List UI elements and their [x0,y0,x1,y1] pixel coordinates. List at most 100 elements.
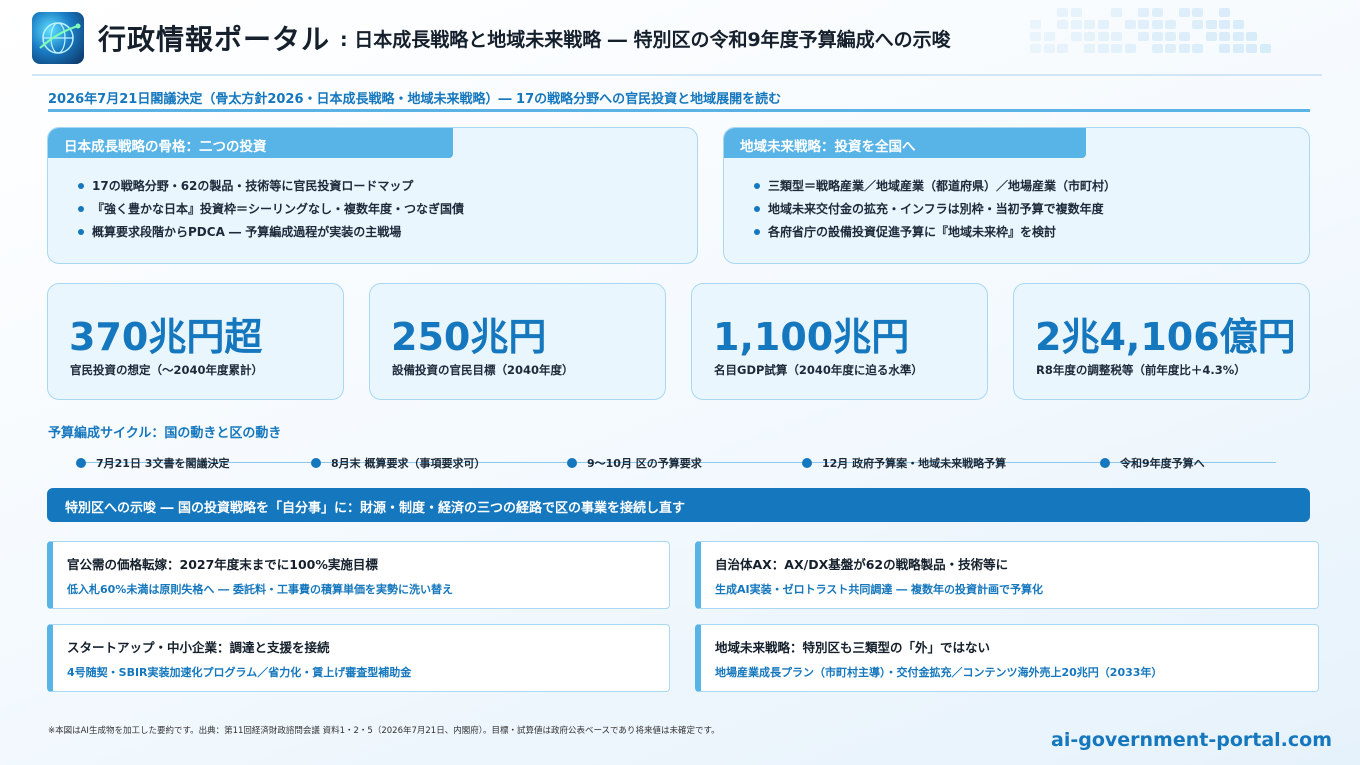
pixel-tile [1178,8,1190,17]
pixel-tile [1192,20,1203,29]
timeline-step: 9〜10月 区の予算要求 [567,455,702,471]
regional-strategy-panel: 地域未来戦略：投資を全国へ 三類型＝戦略産業／地域産業（都道府県）／地場産業（市… [723,127,1310,264]
pixel-tile [1138,32,1149,41]
list-item: 『強く豊かな日本』投資枠＝シーリングなし・複数年度・つなぎ国債 [78,201,464,224]
pixel-tile [1178,44,1190,53]
list-item: 三類型＝戦略産業／地域産業（都道府県）／地場産業（市町村） [754,178,1116,201]
pixel-pattern-decoration [1030,8,1330,60]
page-title: : 日本成長戦略と地域未来戦略 ― 特別区の令和9年度予算編成への示唆 [340,28,951,51]
list-item: 17の戦略分野・62の製品・技術等に官民投資ロードマップ [78,178,464,201]
pixel-tile [1084,20,1095,29]
regional-strategy-heading: 地域未来戦略：投資を全国へ [724,128,1086,158]
pixel-tile [1219,8,1230,17]
stat-label: R8年度の調整税等（前年度比＋4.3%） [1036,363,1246,377]
pixel-tile [1043,32,1055,41]
pixel-tile [1057,44,1068,53]
pixel-tile [1097,44,1109,53]
pixel-tile [1084,44,1095,53]
timeline-step-label: 7月21日 3文書を閣議決定 [96,457,230,470]
list-item: 概算要求段階からPDCA ― 予算編成過程が実装の主戦場 [78,224,464,247]
pixel-tile [1057,20,1068,29]
stat-label: 名目GDP試算（2040年度に迫る水準） [714,363,923,377]
pixel-tile [1151,32,1163,41]
timeline-step: 8月末 概算要求（事項要求可） [311,455,485,471]
stat-value: 1,100兆円 [713,315,910,359]
pixel-tile [1219,44,1230,53]
stat-value: 2兆4,106億円 [1035,315,1296,359]
portal-brand: 行政情報ポータル [98,23,331,56]
card-title: 地域未来戦略：特別区も三類型の「外」ではない [715,640,991,655]
pixel-tile [1070,32,1082,41]
growth-strategy-panel: 日本成長戦略の骨格：二つの投資 17の戦略分野・62の製品・技術等に官民投資ロー… [47,127,698,264]
stat-card-investment: 370兆円超 官民投資の想定（〜2040年度累計） [47,283,344,400]
budget-cycle-title: 予算編成サイクル：国の動きと区の動き [48,426,282,441]
pixel-tile [1259,44,1271,53]
pixel-tile [1070,8,1082,17]
implication-card-startups: スタートアップ・中小企業：調達と支援を接続 4号随契・SBIR実装加速化プログラ… [47,624,670,692]
regional-strategy-list: 三類型＝戦略産業／地域産業（都道府県）／地場産業（市町村） 地域未来交付金の拡充… [754,178,1116,247]
card-detail: 地場産業成長プラン（市町村主導）・交付金拡充／コンテンツ海外売上20兆円（203… [715,666,1163,679]
pixel-tile [1232,32,1244,41]
timeline-step-label: 8月末 概算要求（事項要求可） [331,457,486,470]
timeline-step-label: 令和9年度予算へ [1120,457,1205,470]
timeline-dot [311,458,321,468]
implication-card-municipal-ax: 自治体AX：AX/DX基盤が62の戦略製品・技術等に 生成AI実装・ゼロトラスト… [695,541,1319,609]
pixel-tile [1124,44,1136,53]
timeline-step: 7月21日 3文書を閣議決定 [76,455,229,471]
implications-banner: 特別区への示唆 ― 国の投資戦略を「自分事」に：財源・制度・経済の三つの経路で区… [47,488,1310,522]
pixel-tile [1124,20,1136,29]
site-url[interactable]: ai-government-portal.com [1051,729,1332,751]
growth-strategy-list: 17の戦略分野・62の製品・技術等に官民投資ロードマップ 『強く豊かな日本』投資… [78,178,464,247]
implication-card-price-pass-through: 官公需の価格転嫁：2027年度末までに100%実施目標 低入札60%未満は原則失… [47,541,670,609]
pixel-tile [1151,44,1163,53]
subtitle-rule [48,109,1310,112]
pixel-tile [1165,20,1176,29]
pixel-tile [1246,44,1257,53]
stat-card-gdp: 1,100兆円 名目GDP試算（2040年度に迫る水準） [691,283,988,400]
pixel-tile [1178,32,1190,41]
page-header: 行政情報ポータル : 日本成長戦略と地域未来戦略 ― 特別区の令和9年度予算編成… [32,10,951,66]
card-detail: 生成AI実装・ゼロトラスト共同調達 ― 複数年の投資計画で予算化 [715,583,1044,596]
pixel-tile [1043,44,1055,53]
pixel-tile [1151,20,1163,29]
pixel-tile [1232,20,1244,29]
stat-label: 設備投資の官民目標（2040年度） [392,363,574,377]
list-item: 地域未来交付金の拡充・インフラは別枠・当初予算で複数年度 [754,201,1116,224]
pixel-tile [1205,20,1217,29]
pixel-tile [1057,8,1068,17]
pixel-tile [1232,44,1244,53]
list-item: 各府省庁の設備投資促進予算に『地域未来枠』を検討 [754,224,1116,247]
pixel-tile [1205,32,1217,41]
pixel-tile [1219,32,1230,41]
timeline-dot [802,458,812,468]
stat-value: 370兆円超 [69,315,263,359]
pixel-tile [1111,32,1122,41]
pixel-tile [1070,20,1082,29]
card-title: スタートアップ・中小企業：調達と支援を接続 [67,640,330,655]
card-detail: 低入札60%未満は原則失格へ ― 委託料・工事費の積算単価を実勢に洗い替え [67,583,453,596]
pixel-tile [1097,32,1109,41]
implication-card-regional-future: 地域未来戦略：特別区も三類型の「外」ではない 地場産業成長プラン（市町村主導）・… [695,624,1319,692]
pixel-tile [1084,32,1095,41]
growth-strategy-heading: 日本成長戦略の骨格：二つの投資 [48,128,453,158]
pixel-tile [1192,8,1203,17]
pixel-tile [1165,32,1176,41]
pixel-tile [1111,8,1122,17]
stat-card-tax: 2兆4,106億円 R8年度の調整税等（前年度比＋4.3%） [1013,283,1310,400]
timeline-step-label: 9〜10月 区の予算要求 [587,457,702,470]
pixel-tile [1192,44,1203,53]
pixel-tile [1246,32,1257,41]
timeline-step: 令和9年度予算へ [1100,455,1205,471]
timeline-dot [76,458,86,468]
timeline-step: 12月 政府予算案・地域未来戦略予算 [802,455,1006,471]
pixel-tile [1138,8,1149,17]
card-title: 官公需の価格転嫁：2027年度末までに100%実施目標 [67,557,378,572]
pixel-tile [1138,20,1149,29]
card-title: 自治体AX：AX/DX基盤が62の戦略製品・技術等に [715,557,1009,572]
timeline-dot [1100,458,1110,468]
timeline-dot [567,458,577,468]
stat-card-capex: 250兆円 設備投資の官民目標（2040年度） [369,283,666,400]
globe-network-icon [32,12,84,64]
card-detail: 4号随契・SBIR実装加速化プログラム／省力化・賃上げ審査型補助金 [67,666,412,679]
pixel-tile [1030,44,1041,53]
